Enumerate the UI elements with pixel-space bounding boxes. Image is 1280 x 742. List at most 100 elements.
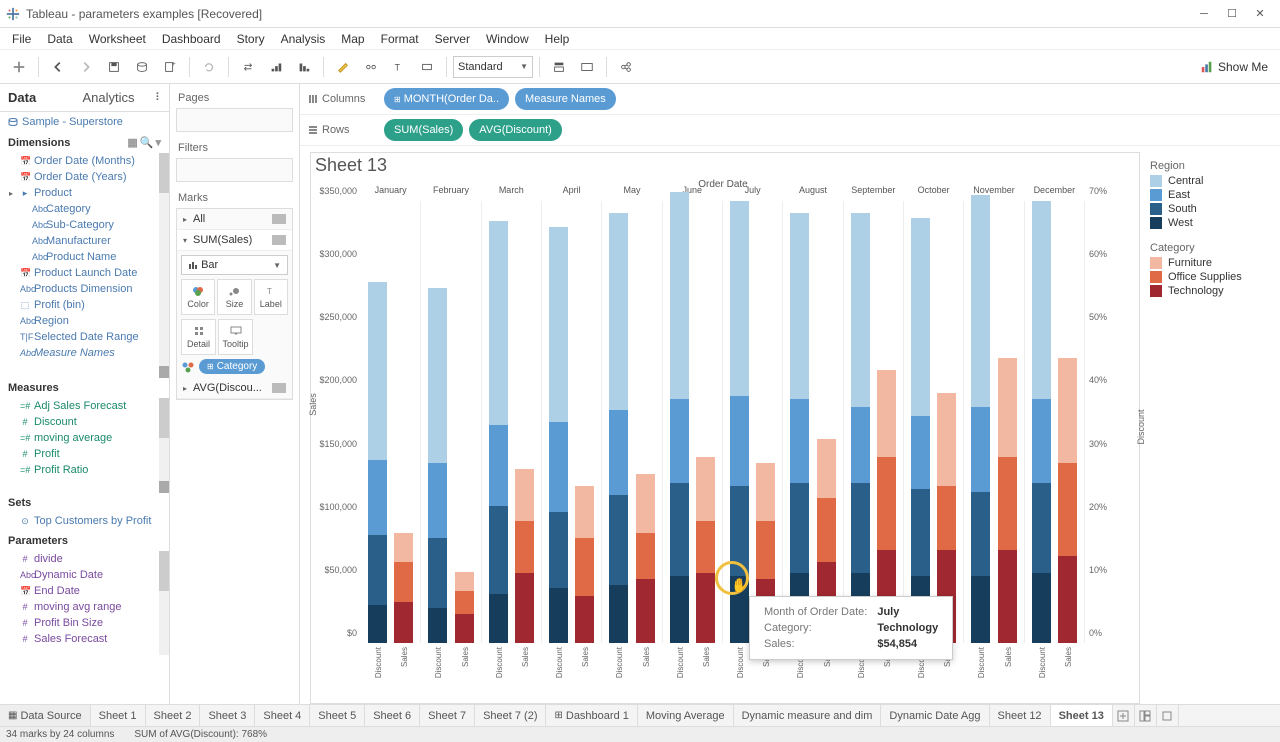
forward-button[interactable]: [73, 54, 99, 80]
bar-sales-february-furniture[interactable]: [455, 572, 474, 591]
bar-discount-march-east[interactable]: [489, 425, 508, 506]
field-product-name[interactable]: AbcProduct Name: [0, 249, 169, 265]
bar-discount-january-east[interactable]: [368, 460, 387, 536]
bar-sales-november-office-supplies[interactable]: [998, 457, 1017, 550]
bar-discount-march-west[interactable]: [489, 594, 508, 643]
bar-sales-december-furniture[interactable]: [1058, 358, 1077, 463]
group-button[interactable]: [358, 54, 384, 80]
marks-all[interactable]: ▸All: [177, 209, 292, 230]
bar-discount-november-west[interactable]: [971, 576, 990, 643]
bar-discount-april-east[interactable]: [549, 422, 568, 512]
bar-sales-november-furniture[interactable]: [998, 358, 1017, 457]
menu-server[interactable]: Server: [427, 28, 478, 50]
menu-file[interactable]: File: [4, 28, 39, 50]
view-data-icon[interactable]: ▦: [127, 136, 137, 149]
tab-analytics[interactable]: Analytics: [75, 84, 150, 111]
bar-sales-december-office-supplies[interactable]: [1058, 463, 1077, 556]
tab-sheet-3[interactable]: Sheet 3: [200, 705, 255, 726]
cards-button[interactable]: [546, 54, 572, 80]
field-divide[interactable]: #divide: [0, 551, 169, 567]
bar-discount-june-south[interactable]: [670, 483, 689, 576]
maximize-button[interactable]: ☐: [1218, 4, 1246, 24]
menu-map[interactable]: Map: [333, 28, 372, 50]
tab-sheet-7[interactable]: Sheet 7: [420, 705, 475, 726]
menu-worksheet[interactable]: Worksheet: [81, 28, 154, 50]
visualization[interactable]: Sheet 13 Order Date Sales$0$50,000$100,0…: [310, 152, 1140, 704]
tab-sheet-5[interactable]: Sheet 5: [310, 705, 365, 726]
bar-sales-march-technology[interactable]: [515, 573, 534, 643]
field-end-date[interactable]: 📅End Date: [0, 583, 169, 599]
search-fields-icon[interactable]: 🔍: [140, 136, 154, 149]
bar-discount-february-south[interactable]: [428, 538, 447, 608]
pill-measure-names[interactable]: Measure Names: [515, 88, 616, 110]
field-profit[interactable]: #Profit: [0, 446, 169, 462]
field-products-dimension[interactable]: AbcProducts Dimension: [0, 281, 169, 297]
datasource[interactable]: Sample - Superstore: [0, 112, 169, 132]
bar-sales-september-furniture[interactable]: [877, 370, 896, 457]
save-button[interactable]: [101, 54, 127, 80]
legend-item-technology[interactable]: Technology: [1150, 284, 1270, 298]
field-product[interactable]: ▸▸Product: [0, 185, 169, 201]
bar-discount-may-south[interactable]: [609, 495, 628, 585]
bar-discount-october-central[interactable]: [911, 218, 930, 416]
bar-discount-june-central[interactable]: [670, 192, 689, 398]
field-order-date-months-[interactable]: 📅Order Date (Months): [0, 153, 169, 169]
bar-discount-september-south[interactable]: [851, 483, 870, 573]
swap-button[interactable]: [235, 54, 261, 80]
menu-help[interactable]: Help: [537, 28, 578, 50]
bar-discount-september-central[interactable]: [851, 213, 870, 408]
bar-discount-may-central[interactable]: [609, 213, 628, 411]
tab-sheet-7-2-[interactable]: Sheet 7 (2): [475, 705, 546, 726]
tab-moving-average[interactable]: Moving Average: [638, 705, 734, 726]
bar-sales-april-office-supplies[interactable]: [575, 538, 594, 596]
pill-sum-sales[interactable]: SUM(Sales): [384, 119, 463, 141]
marks-avgdisc[interactable]: ▸AVG(Discou...: [177, 378, 292, 399]
bar-sales-january-furniture[interactable]: [394, 533, 413, 562]
tab-dynamic-date-agg[interactable]: Dynamic Date Agg: [881, 705, 989, 726]
tab-sheet-13[interactable]: Sheet 13: [1051, 705, 1113, 726]
bar-sales-january-technology[interactable]: [394, 602, 413, 643]
mark-type-selector[interactable]: Bar▼: [181, 255, 288, 275]
bar-sales-april-technology[interactable]: [575, 596, 594, 643]
chart-area[interactable]: JanuaryFebruaryMarchAprilMayJuneJulyAugu…: [361, 201, 1085, 643]
bar-discount-july-east[interactable]: [730, 396, 749, 486]
bar-discount-february-west[interactable]: [428, 608, 447, 643]
tab-sheet-1[interactable]: Sheet 1: [91, 705, 146, 726]
marks-detail-button[interactable]: Detail: [181, 319, 216, 355]
y-axis-sales[interactable]: Sales$0$50,000$100,000$150,000$200,000$2…: [311, 201, 361, 643]
bar-discount-february-east[interactable]: [428, 463, 447, 539]
refresh-button[interactable]: [196, 54, 222, 80]
tab-data[interactable]: Data: [0, 84, 75, 111]
bar-discount-january-south[interactable]: [368, 535, 387, 605]
bar-discount-april-south[interactable]: [549, 512, 568, 588]
columns-shelf[interactable]: Columns ⊞MONTH(Order Da.. Measure Names: [300, 84, 1280, 115]
data-pane-menu[interactable]: ⠇: [149, 84, 169, 111]
totals-button[interactable]: T: [386, 54, 412, 80]
bar-sales-july-furniture[interactable]: [756, 463, 775, 521]
menu-analysis[interactable]: Analysis: [273, 28, 334, 50]
field-profit-bin-size[interactable]: #Profit Bin Size: [0, 615, 169, 631]
share-button[interactable]: [613, 54, 639, 80]
bar-sales-march-office-supplies[interactable]: [515, 521, 534, 573]
bar-discount-december-west[interactable]: [1032, 573, 1051, 643]
bar-discount-may-east[interactable]: [609, 410, 628, 494]
bar-discount-july-central[interactable]: [730, 201, 749, 396]
field-measure-names[interactable]: AbcMeasure Names: [0, 345, 169, 361]
legend-item-south[interactable]: South: [1150, 202, 1270, 216]
scrollbar[interactable]: [159, 153, 169, 378]
menu-story[interactable]: Story: [229, 28, 273, 50]
bar-discount-july-south[interactable]: [730, 486, 749, 576]
pill-month-orderdate[interactable]: ⊞MONTH(Order Da..: [384, 88, 509, 110]
bar-sales-february-office-supplies[interactable]: [455, 591, 474, 614]
bar-discount-march-central[interactable]: [489, 221, 508, 425]
bar-sales-september-office-supplies[interactable]: [877, 457, 896, 550]
bar-sales-may-technology[interactable]: [636, 579, 655, 643]
bar-sales-february-technology[interactable]: [455, 614, 474, 643]
bar-discount-july-west[interactable]: [730, 576, 749, 643]
presentation-button[interactable]: [574, 54, 600, 80]
field-discount[interactable]: #Discount: [0, 414, 169, 430]
bar-discount-march-south[interactable]: [489, 506, 508, 593]
bar-discount-may-west[interactable]: [609, 585, 628, 643]
bar-sales-august-office-supplies[interactable]: [817, 498, 836, 562]
field-profit-ratio[interactable]: =#Profit Ratio: [0, 462, 169, 478]
